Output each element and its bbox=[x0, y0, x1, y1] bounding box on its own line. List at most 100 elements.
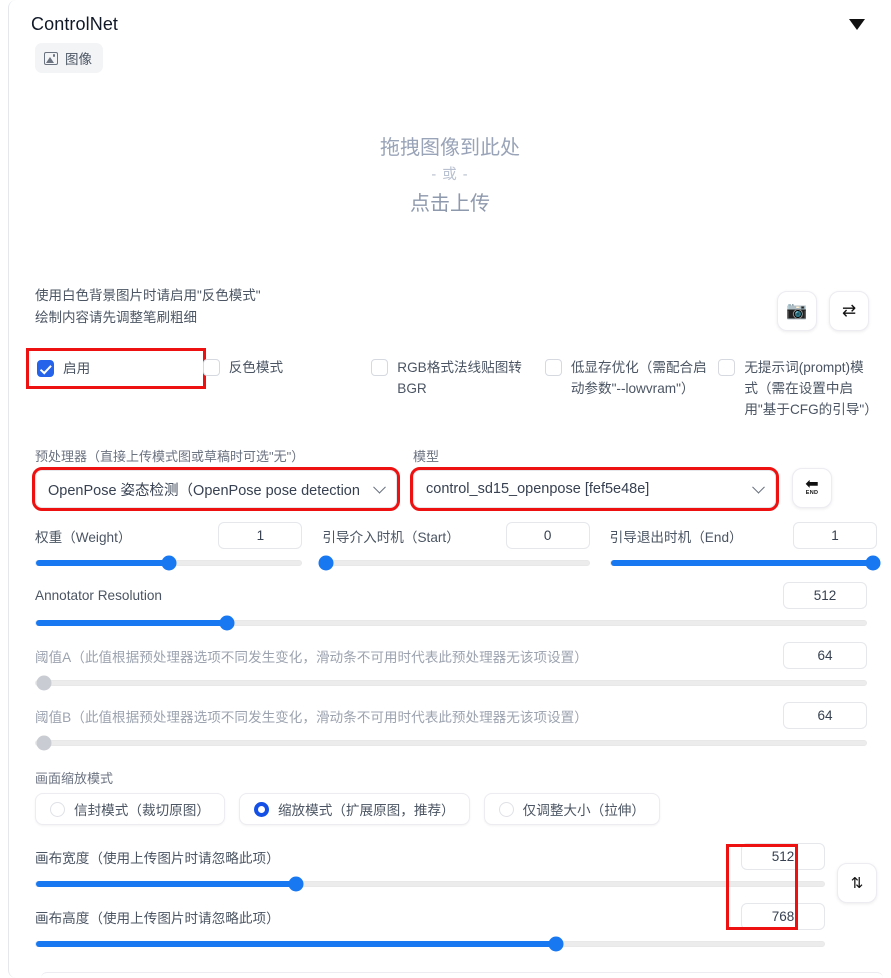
slider-canvas-height: 画布高度（使用上传图片时请忽略此项） 768 bbox=[35, 903, 825, 952]
chevron-down-icon bbox=[752, 480, 765, 494]
options-checkbox-row: 启用 反色模式 RGB格式法线贴图转BGR 低显存优化（需配合启动参数"--lo… bbox=[23, 348, 878, 420]
hint-line-2: 绘制内容请先调整笔刷粗细 bbox=[35, 310, 197, 325]
chevron-down-icon bbox=[373, 480, 386, 494]
canvas-width-label: 画布宽度（使用上传图片时请忽略此项） bbox=[35, 850, 280, 866]
dropzone-main-text: 拖拽图像到此处 bbox=[380, 136, 520, 159]
slider-guidance-end: 引导退出时机（End） 1 bbox=[609, 522, 881, 571]
slider-weight-track[interactable] bbox=[35, 555, 303, 571]
page-title: ControlNet bbox=[31, 14, 119, 34]
radio-envelope-mode[interactable]: 信封模式（裁切原图） bbox=[35, 793, 225, 825]
controlnet-panel: ControlNet 图像 拖拽图像到此处 - 或 - 点击上传 使用白色背景图… bbox=[8, 0, 891, 978]
checkbox-rgb-to-bgr-label: RGB格式法线贴图转BGR bbox=[397, 360, 522, 396]
hint-row: 使用白色背景图片时请启用"反色模式" 绘制内容请先调整笔刷粗细 📷 ⇄ bbox=[23, 285, 877, 331]
checkbox-low-vram-label: 低显存优化（需配合启动参数"--lowvram"） bbox=[570, 360, 707, 396]
checkbox-enable-box[interactable] bbox=[37, 360, 54, 377]
hint-line-1: 使用白色背景图片时请启用"反色模式" bbox=[35, 288, 261, 303]
preprocessor-label: 预处理器（直接上传模式图或草稿时可选"无"） bbox=[35, 449, 305, 464]
canvas-width-track[interactable] bbox=[35, 876, 825, 892]
swap-vertical-button[interactable]: ⇅ bbox=[837, 863, 877, 903]
left-arrow-icon: ⬅ bbox=[805, 476, 819, 493]
resize-mode-section: 画面缩放模式 信封模式（裁切原图） 缩放模式（扩展原图，推荐） 仅调整大小（拉伸… bbox=[23, 768, 877, 825]
threshold-a-label: 阈值A（此值根据预处理器选项不同发生变化，滑动条不可用时代表此预处理器无该项设置… bbox=[35, 649, 588, 665]
radio-scale-mode[interactable]: 缩放模式（扩展原图，推荐） bbox=[238, 793, 470, 825]
swap-horizontal-button[interactable]: ⇄ bbox=[829, 291, 869, 331]
checkbox-low-vram-box[interactable] bbox=[544, 359, 562, 376]
tab-bar: 图像 bbox=[23, 35, 877, 73]
slider-weight-label: 权重（Weight） bbox=[35, 529, 132, 545]
annotator-resolution-fill bbox=[36, 620, 227, 626]
checkbox-enable-label: 启用 bbox=[63, 361, 91, 376]
slider-guidance-end-thumb[interactable] bbox=[865, 555, 881, 571]
checkbox-rgb-to-bgr-box[interactable] bbox=[371, 359, 389, 376]
slider-threshold-b: 阈值B（此值根据预处理器选项不同发生变化，滑动条不可用时代表此预处理器无该项设置… bbox=[23, 702, 877, 751]
slider-guidance-start-value[interactable]: 0 bbox=[505, 522, 590, 549]
model-selection-row: 预处理器（直接上传模式图或草稿时可选"无"） OpenPose 姿态检测（Ope… bbox=[23, 446, 877, 511]
tab-image-label: 图像 bbox=[65, 52, 92, 67]
canvas-height-track[interactable] bbox=[35, 936, 825, 952]
canvas-height-value[interactable]: 768 bbox=[741, 903, 825, 930]
checkbox-enable[interactable]: 启用 bbox=[26, 348, 206, 389]
threshold-b-thumb bbox=[36, 735, 52, 751]
radio-envelope-mode-dot[interactable] bbox=[50, 801, 65, 817]
panel-bottom-divider bbox=[41, 972, 883, 978]
model-label: 模型 bbox=[413, 449, 440, 464]
annotator-resolution-label: Annotator Resolution bbox=[35, 588, 162, 603]
annotator-resolution-thumb[interactable] bbox=[219, 615, 235, 631]
camera-icon: 📷 bbox=[786, 301, 808, 320]
checkbox-invert-color-box[interactable] bbox=[202, 359, 220, 376]
threshold-b-track bbox=[35, 735, 867, 751]
radio-resize-only-dot[interactable] bbox=[498, 801, 514, 817]
refresh-button-sublabel: END bbox=[805, 490, 819, 496]
preprocessor-select[interactable]: OpenPose 姿态检测（OpenPose pose detection bbox=[32, 467, 400, 511]
slider-weight-fill bbox=[36, 560, 169, 566]
swap-horizontal-icon: ⇄ bbox=[841, 301, 857, 320]
threshold-a-track bbox=[35, 675, 867, 691]
threshold-b-value[interactable]: 64 bbox=[783, 702, 867, 729]
model-select[interactable]: control_sd15_openpose [fef5e48e] bbox=[410, 467, 779, 511]
camera-button[interactable]: 📷 bbox=[777, 291, 817, 331]
image-dropzone[interactable]: 拖拽图像到此处 - 或 - 点击上传 bbox=[35, 89, 865, 257]
slider-canvas-width: 画布宽度（使用上传图片时请忽略此项） 512 bbox=[35, 843, 825, 892]
slider-weight-thumb[interactable] bbox=[161, 555, 177, 571]
annotator-resolution-value[interactable]: 512 bbox=[783, 582, 867, 609]
refresh-models-button[interactable]: ⬅ END bbox=[792, 468, 832, 508]
annotator-resolution-track[interactable] bbox=[35, 615, 867, 631]
canvas-height-label: 画布高度（使用上传图片时请忽略此项） bbox=[35, 910, 280, 926]
preprocessor-value: OpenPose 姿态检测（OpenPose pose detection bbox=[48, 482, 360, 499]
canvas-size-sliders: 画布宽度（使用上传图片时请忽略此项） 512 画布高度（使用上传图片时请忽略此项… bbox=[35, 843, 837, 952]
accordion-header[interactable]: ControlNet bbox=[23, 10, 877, 35]
checkbox-guess-mode-box[interactable] bbox=[718, 359, 736, 376]
radio-resize-only[interactable]: 仅调整大小（拉伸） bbox=[483, 793, 660, 825]
threshold-b-label: 阈值B（此值根据预处理器选项不同发生变化，滑动条不可用时代表此预处理器无该项设置… bbox=[35, 709, 588, 725]
radio-scale-mode-label: 缩放模式（扩展原图，推荐） bbox=[277, 803, 455, 818]
slider-guidance-end-label: 引导退出时机（End） bbox=[609, 529, 743, 545]
canvas-width-thumb[interactable] bbox=[288, 876, 304, 892]
dropzone-click-text: 点击上传 bbox=[410, 192, 490, 215]
radio-envelope-mode-label: 信封模式（裁切原图） bbox=[74, 803, 210, 818]
canvas-height-thumb[interactable] bbox=[548, 936, 564, 952]
slider-guidance-start-track[interactable] bbox=[318, 555, 590, 571]
canvas-width-value[interactable]: 512 bbox=[741, 843, 825, 870]
checkbox-low-vram[interactable]: 低显存优化（需配合启动参数"--lowvram"） bbox=[544, 357, 719, 399]
slider-threshold-a: 阈值A（此值根据预处理器选项不同发生变化，滑动条不可用时代表此预处理器无该项设置… bbox=[23, 642, 877, 691]
model-value: control_sd15_openpose [fef5e48e] bbox=[426, 481, 650, 497]
slider-guidance-start: 引导介入时机（Start） 0 bbox=[318, 522, 590, 571]
slider-guidance-end-fill bbox=[610, 560, 876, 566]
threshold-a-value[interactable]: 64 bbox=[783, 642, 867, 669]
slider-guidance-end-value[interactable]: 1 bbox=[792, 522, 877, 549]
canvas-size-section: 画布宽度（使用上传图片时请忽略此项） 512 画布高度（使用上传图片时请忽略此项… bbox=[23, 843, 877, 952]
image-icon bbox=[44, 51, 58, 65]
slider-weight-value[interactable]: 1 bbox=[218, 522, 303, 549]
checkbox-guess-mode[interactable]: 无提示词(prompt)模式（需在设置中启用"基于CFG的引导"） bbox=[718, 357, 878, 420]
swap-vertical-icon: ⇅ bbox=[850, 875, 864, 892]
slider-guidance-end-track[interactable] bbox=[609, 555, 881, 571]
slider-guidance-start-thumb[interactable] bbox=[318, 555, 334, 571]
radio-resize-only-label: 仅调整大小（拉伸） bbox=[522, 803, 645, 818]
tab-image[interactable]: 图像 bbox=[35, 43, 103, 73]
weight-guidance-sliders: 权重（Weight） 1 引导介入时机（Start） 0 引导退出时机（End）… bbox=[23, 522, 881, 571]
chevron-down-icon[interactable] bbox=[849, 19, 865, 30]
radio-scale-mode-dot[interactable] bbox=[253, 801, 269, 817]
preprocessor-field: 预处理器（直接上传模式图或草稿时可选"无"） OpenPose 姿态检测（Ope… bbox=[32, 446, 400, 511]
checkbox-invert-color[interactable]: 反色模式 bbox=[202, 357, 372, 378]
checkbox-rgb-to-bgr[interactable]: RGB格式法线贴图转BGR bbox=[371, 357, 545, 399]
